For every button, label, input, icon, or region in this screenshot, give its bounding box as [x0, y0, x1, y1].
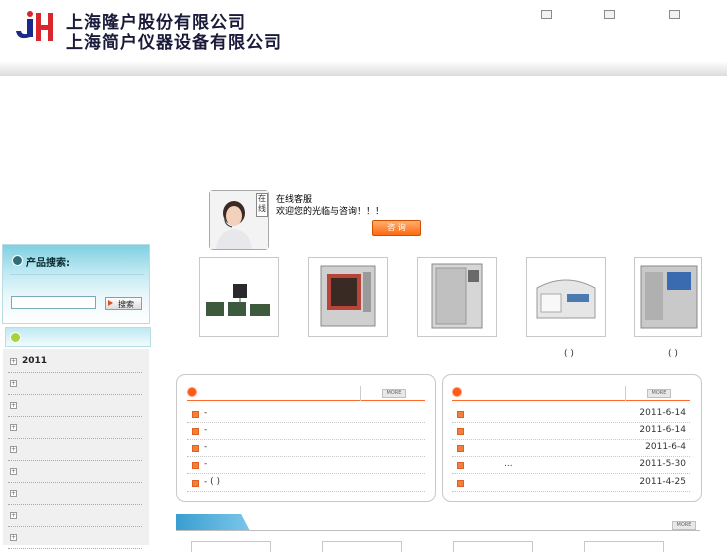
more-link[interactable]: MORE	[382, 389, 406, 398]
news-title[interactable]: -	[204, 425, 207, 435]
divider	[187, 400, 425, 401]
product-thumbnail[interactable]	[584, 541, 664, 552]
news-title[interactable]: -	[204, 408, 207, 418]
news-date: 2011-6-4	[645, 442, 686, 452]
news-row[interactable]: - ( )	[187, 474, 425, 492]
bookmark-icon[interactable]	[669, 10, 680, 19]
news-title[interactable]: - ( )	[204, 477, 220, 487]
news-row[interactable]: 2011-6-4	[452, 439, 690, 457]
product-caption[interactable]: ( )	[564, 349, 574, 359]
consult-button[interactable]: 咨 询	[372, 220, 421, 236]
product-search-input[interactable]	[11, 296, 96, 309]
bullet-icon	[457, 445, 464, 452]
more-link[interactable]: MORE	[647, 389, 671, 398]
plus-icon[interactable]: +	[10, 534, 17, 541]
sitemap-icon[interactable]	[604, 10, 615, 19]
news-row[interactable]: -	[187, 422, 425, 440]
banner-area	[0, 76, 727, 244]
category-item[interactable]: +	[8, 527, 142, 549]
product-thumbnail[interactable]	[308, 257, 388, 337]
product-caption[interactable]: ( )	[668, 349, 678, 359]
bullet-icon	[192, 411, 199, 418]
plus-icon[interactable]: +	[10, 490, 17, 497]
news-date: 2011-5-30	[639, 459, 686, 469]
product-thumbnail[interactable]	[191, 541, 271, 552]
news-title[interactable]: -	[204, 459, 207, 469]
news-title[interactable]: -	[204, 442, 207, 452]
news-row[interactable]: ... 2011-5-30	[452, 456, 690, 474]
divider	[360, 386, 361, 401]
news-title[interactable]: ...	[504, 459, 513, 469]
news-row[interactable]: 2011-6-14	[452, 405, 690, 423]
plus-icon[interactable]: +	[10, 402, 17, 409]
arrow-right-icon	[108, 300, 113, 306]
section-tab[interactable]	[176, 514, 250, 531]
company-logo[interactable]	[14, 9, 54, 45]
more-link[interactable]: MORE	[672, 521, 696, 530]
category-item[interactable]: +	[8, 483, 142, 505]
product-thumbnail[interactable]	[199, 257, 279, 337]
category-item[interactable]: +	[8, 505, 142, 527]
product-thumbnail[interactable]	[322, 541, 402, 552]
category-item[interactable]: +	[8, 395, 142, 417]
plus-icon[interactable]: +	[10, 468, 17, 475]
category-header	[5, 327, 151, 347]
news-row[interactable]: -	[187, 405, 425, 423]
product-thumbnail[interactable]	[526, 257, 606, 337]
plus-icon[interactable]: +	[10, 424, 17, 431]
bullet-icon	[192, 462, 199, 469]
product-search-panel	[2, 244, 150, 324]
divider	[625, 386, 626, 401]
bullet-icon	[452, 387, 462, 397]
news-date: 2011-4-25	[639, 477, 686, 487]
plus-icon[interactable]: +	[10, 358, 17, 365]
product-thumbnail[interactable]	[417, 257, 497, 337]
bullet-icon	[457, 480, 464, 487]
bullet-icon	[12, 255, 23, 266]
category-item[interactable]: +	[8, 417, 142, 439]
bullet-icon	[457, 411, 464, 418]
news-row[interactable]: -	[187, 456, 425, 474]
online-status-tag: 在线	[256, 193, 268, 217]
product-thumbnail[interactable]	[634, 257, 702, 337]
divider	[452, 400, 690, 401]
category-item[interactable]: +	[8, 439, 142, 461]
news-date: 2011-6-14	[639, 425, 686, 435]
plus-icon[interactable]: +	[10, 380, 17, 387]
service-subtitle: 欢迎您的光临与咨询！！！	[276, 207, 385, 217]
category-item[interactable]: +	[8, 373, 142, 395]
product-search-title: 产品搜索:	[26, 258, 70, 269]
product-thumbnail[interactable]	[453, 541, 533, 552]
bullet-icon	[192, 480, 199, 487]
news-row[interactable]: 2011-4-25	[452, 474, 690, 492]
bullet-icon	[457, 462, 464, 469]
home-icon[interactable]	[541, 10, 552, 19]
category-label[interactable]: 2011	[22, 356, 47, 366]
category-item[interactable]: +	[8, 461, 142, 483]
plus-icon[interactable]: +	[10, 512, 17, 519]
bullet-icon	[192, 445, 199, 452]
bullet-icon	[457, 428, 464, 435]
bullet-icon	[10, 332, 21, 343]
news-date: 2011-6-14	[639, 408, 686, 418]
company-name-secondary[interactable]: 上海简户仪器设备有限公司	[66, 28, 282, 53]
category-item[interactable]: + 2011	[8, 351, 142, 373]
news-row[interactable]: 2011-6-14	[452, 422, 690, 440]
bullet-icon	[192, 428, 199, 435]
plus-icon[interactable]: +	[10, 446, 17, 453]
news-row[interactable]: -	[187, 439, 425, 457]
divider	[10, 274, 144, 275]
divider	[176, 530, 700, 531]
bullet-icon	[187, 387, 197, 397]
